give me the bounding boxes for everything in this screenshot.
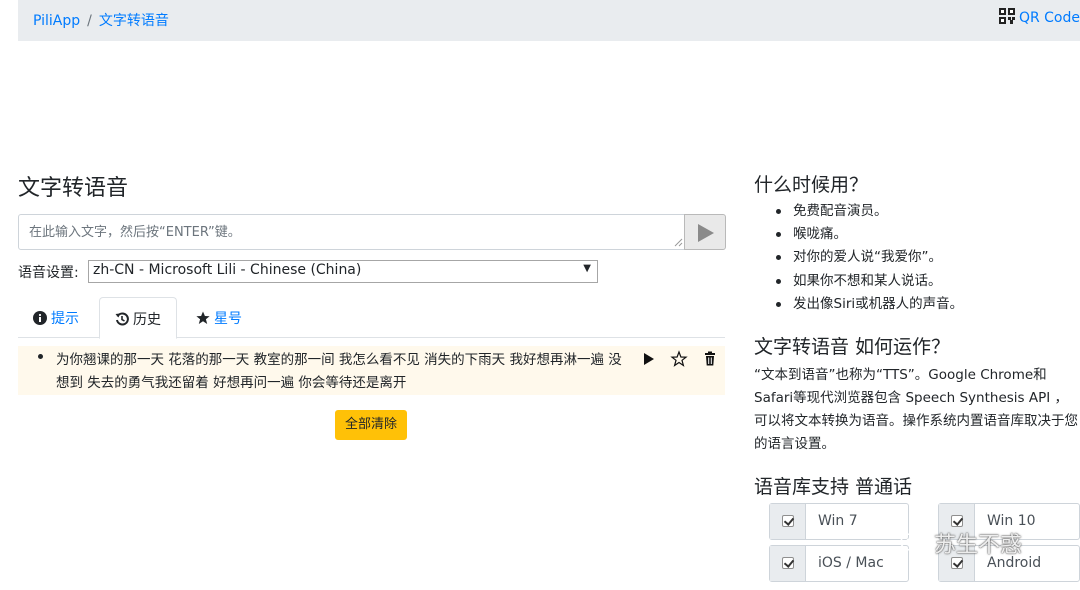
page-title: 文字转语音	[18, 176, 129, 201]
wechat-icon	[900, 533, 929, 555]
voice-select-value: zh-CN - Microsoft Lili - Chinese (China)	[93, 262, 362, 278]
checkbox-cell	[770, 504, 806, 539]
dropdown-caret-icon: ▼	[583, 263, 591, 274]
os-label: Win 7	[818, 513, 858, 529]
speak-button[interactable]	[684, 214, 726, 250]
qr-code-label: QR Code	[1018, 10, 1080, 26]
play-icon[interactable]	[640, 350, 658, 368]
os-support-ios-mac: iOS / Mac	[769, 545, 909, 582]
clear-all-button[interactable]: 全部清除	[335, 410, 407, 440]
watermark-text: 苏生不惑	[934, 533, 1023, 558]
watermark: 苏生不惑	[900, 527, 1022, 559]
breadcrumb-separator: /	[87, 13, 92, 29]
star-outline-icon[interactable]	[670, 350, 688, 368]
list-item: 对你的爱人说“我爱你”。	[776, 246, 963, 269]
how-it-works-text: “文本到语音”也称为“TTS”。Google Chrome和Safari等现代浏…	[754, 367, 1078, 452]
breadcrumb-bar: PiliApp / 文字转语音 QR Code	[18, 0, 1080, 41]
os-label: iOS / Mac	[818, 555, 884, 571]
breadcrumb-home-link[interactable]: PiliApp	[33, 13, 80, 29]
tab-history-label: 历史	[133, 312, 161, 328]
list-item: 如果你不想和某人说话。	[776, 270, 963, 293]
voice-setting-label: 语音设置:	[18, 265, 79, 281]
breadcrumb-current-link[interactable]: 文字转语音	[99, 13, 169, 29]
tab-starred-label: 星号	[214, 311, 242, 327]
history-list: 为你翘课的那一天 花落的那一天 教室的那一间 我怎么看不见 消失的下雨天 我好想…	[18, 346, 725, 395]
trash-icon[interactable]	[701, 350, 719, 368]
list-item: 发出像Siri或机器人的声音。	[776, 293, 963, 316]
tab-tips[interactable]: 提示	[18, 297, 94, 338]
info-icon	[33, 311, 47, 325]
when-to-use-heading: 什么时候用？	[754, 174, 869, 196]
tab-history[interactable]: 历史	[99, 297, 177, 339]
checkbox[interactable]	[951, 515, 963, 527]
star-icon	[196, 311, 210, 324]
resize-grip-icon[interactable]	[674, 238, 683, 247]
qr-code-link[interactable]: QR Code	[998, 8, 1080, 26]
checkbox-cell	[770, 546, 806, 581]
list-item: 免费配音演员。	[776, 200, 963, 223]
how-it-works-heading: 文字转语音 如何运作？	[754, 336, 951, 358]
list-item: 喉咙痛。	[776, 223, 963, 246]
history-icon	[115, 312, 129, 326]
qrcode-icon	[998, 8, 1015, 24]
os-support-win7: Win 7	[769, 503, 909, 540]
voice-support-heading: 语音库支持 普通话	[754, 476, 913, 498]
checkbox[interactable]	[782, 515, 794, 527]
history-item-text[interactable]: 为你翘课的那一天 花落的那一天 教室的那一间 我怎么看不见 消失的下雨天 我好想…	[56, 349, 631, 395]
use-cases-list: 免费配音演员。 喉咙痛。 对你的爱人说“我爱你”。 如果你不想和某人说话。 发出…	[776, 200, 963, 316]
text-input[interactable]	[18, 214, 685, 250]
tab-tips-label: 提示	[51, 311, 79, 327]
voice-select[interactable]: zh-CN - Microsoft Lili - Chinese (China)…	[88, 260, 598, 283]
list-bullet	[38, 354, 43, 359]
tab-bar: 提示 历史 星号	[18, 297, 725, 339]
checkbox[interactable]	[782, 557, 794, 569]
play-icon	[698, 224, 714, 242]
tab-starred[interactable]: 星号	[181, 297, 257, 338]
breadcrumb: PiliApp / 文字转语音	[33, 10, 169, 30]
